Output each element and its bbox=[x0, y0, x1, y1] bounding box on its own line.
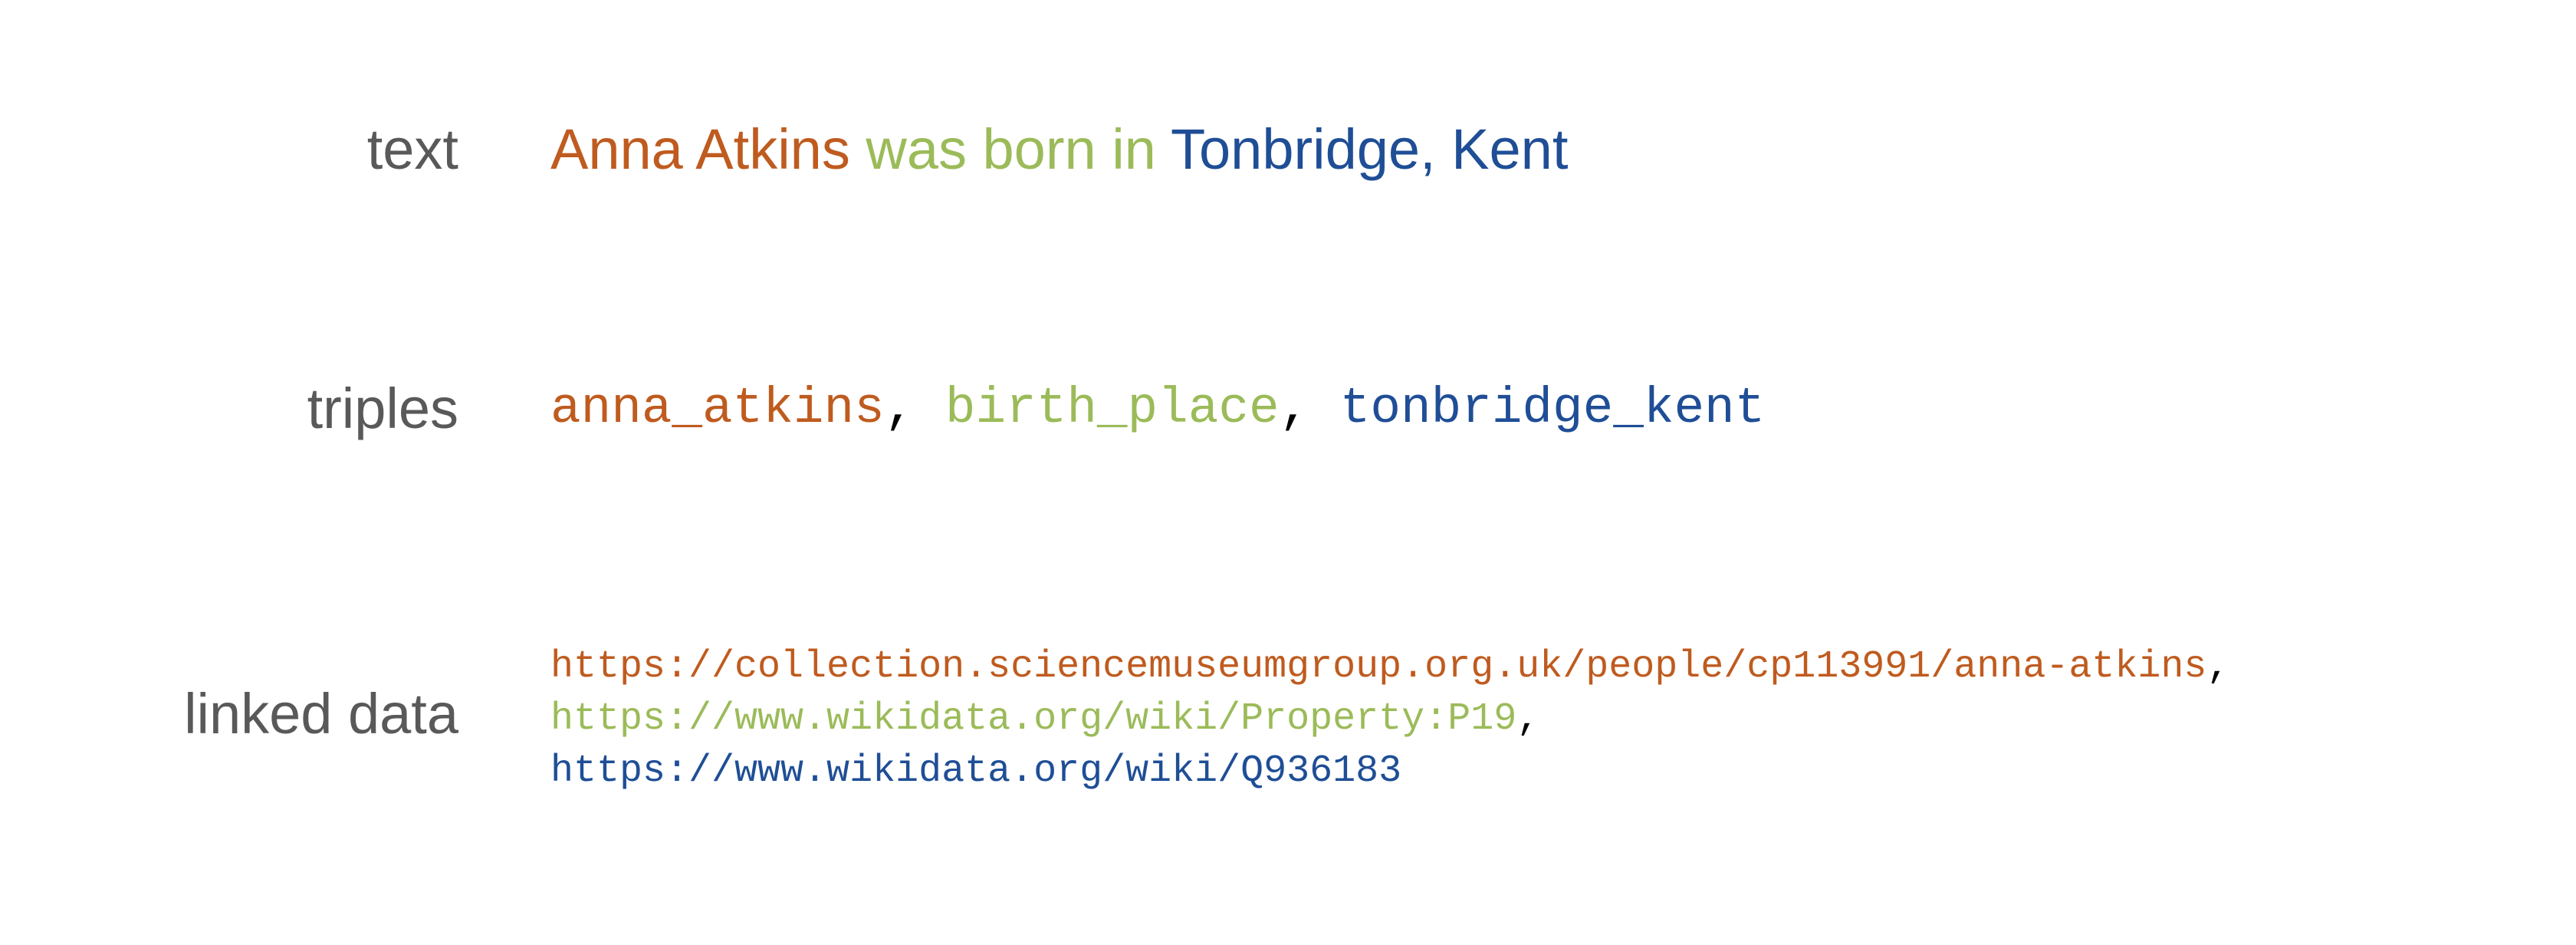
triple-object: tonbridge_kent bbox=[1339, 380, 1766, 437]
linked-data-subject-line: https://collection.sciencemuseumgroup.or… bbox=[550, 641, 2229, 693]
linked-data-predicate-line: https://www.wikidata.org/wiki/Property:P… bbox=[550, 693, 2229, 746]
triple: anna_atkins, birth_place, tonbridge_kent bbox=[550, 384, 1765, 434]
linked-data-separator: , bbox=[2206, 645, 2230, 689]
linked-data-separator: , bbox=[1516, 697, 1540, 741]
row-label-linked-data: linked data bbox=[184, 682, 458, 746]
linked-data-object-uri[interactable]: https://www.wikidata.org/wiki/Q936183 bbox=[550, 749, 1401, 793]
triple-predicate: birth_place bbox=[945, 380, 1280, 437]
linked-data-uris: https://collection.sciencemuseumgroup.or… bbox=[550, 641, 2229, 798]
row-label-text: text bbox=[366, 117, 458, 181]
linked-data-subject-uri[interactable]: https://collection.sciencemuseumgroup.or… bbox=[550, 645, 2206, 689]
text-sentence: Anna Atkins was born in Tonbridge, Kent bbox=[550, 121, 1568, 178]
triple-separator: , bbox=[884, 380, 915, 437]
text-object: Tonbridge, Kent bbox=[1171, 117, 1569, 181]
linked-data-object-line: https://www.wikidata.org/wiki/Q936183 bbox=[550, 746, 2229, 798]
triple-separator: , bbox=[1279, 380, 1310, 437]
text-subject: Anna Atkins bbox=[550, 117, 850, 181]
row-label-triples: triples bbox=[307, 377, 458, 440]
linked-data-predicate-uri[interactable]: https://www.wikidata.org/wiki/Property:P… bbox=[550, 697, 1516, 741]
triple-subject: anna_atkins bbox=[550, 380, 885, 437]
text-predicate: was born in bbox=[866, 117, 1156, 181]
